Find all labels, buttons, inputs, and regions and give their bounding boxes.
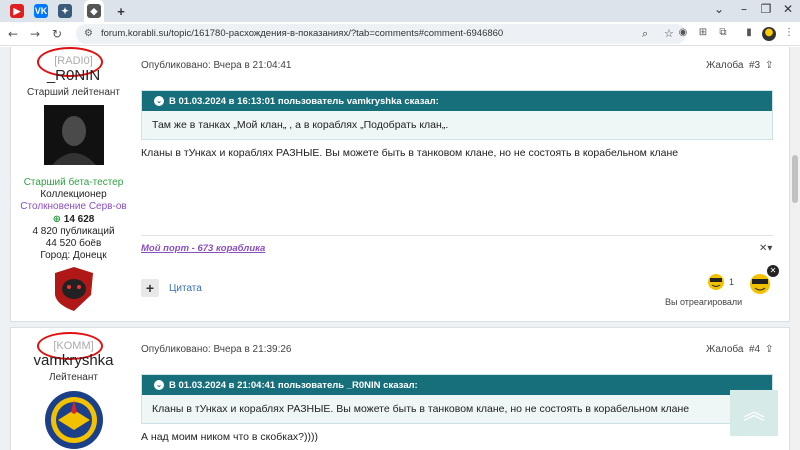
post-number[interactable]: #3 bbox=[749, 60, 760, 71]
signature-divider bbox=[141, 235, 773, 236]
quote-button[interactable]: Цитата bbox=[169, 283, 202, 294]
quote-header[interactable]: ⌄ В 01.03.2024 в 16:13:01 пользователь va… bbox=[142, 91, 772, 111]
restore-icon[interactable]: ❐ bbox=[757, 2, 775, 16]
reputation: ⊕ 14 628 bbox=[11, 214, 136, 225]
chevron-down-icon: ⌄ bbox=[154, 380, 164, 390]
forum-post: [RADI0] _R0NIN Старший лейтенант Старший… bbox=[10, 47, 790, 322]
quote-header[interactable]: ⌄ В 01.03.2024 в 21:04:41 пользователь _R… bbox=[142, 375, 772, 395]
post-text: А над моим ником что в скобках?)))) bbox=[141, 431, 318, 443]
clan-tag: [KOMM] bbox=[53, 340, 94, 352]
address-bar[interactable]: ⚙ forum.korabli.su/topic/161780-расхожде… bbox=[76, 23, 686, 44]
scroll-to-top-button[interactable]: ︽ bbox=[730, 390, 778, 436]
report-link[interactable]: Жалоба bbox=[706, 344, 743, 355]
forum-post: [KOMM] vamkryshka Лейтенант Опубликовано… bbox=[10, 327, 790, 450]
extension-icon[interactable]: ◉ bbox=[676, 27, 690, 41]
author-rank: Старший лейтенант bbox=[27, 87, 120, 98]
plus-circle-icon: ⊕ bbox=[52, 214, 61, 225]
minimize-icon[interactable]: – bbox=[735, 2, 753, 16]
quote-author-text: В 01.03.2024 в 16:13:01 пользователь vam… bbox=[169, 95, 439, 107]
site-tab-icon[interactable]: ✦ bbox=[58, 4, 72, 18]
sidepanel-icon[interactable]: ▮ bbox=[742, 27, 756, 41]
quote-block: ⌄ В 01.03.2024 в 16:13:01 пользователь va… bbox=[141, 90, 773, 140]
author-avatar[interactable] bbox=[44, 105, 104, 165]
quote-text: Там же в танках „Мой клан„ , а в корабля… bbox=[152, 119, 449, 131]
post-text: Кланы в тУнках и кораблях РАЗНЫЕ. Вы мож… bbox=[141, 147, 679, 159]
close-window-icon[interactable]: ✕ bbox=[779, 2, 797, 16]
extension-icon-2[interactable]: ⊞ bbox=[696, 27, 710, 41]
forward-icon[interactable]: → bbox=[26, 27, 44, 41]
quote-author-text: В 01.03.2024 в 21:04:41 пользователь _R0… bbox=[169, 379, 418, 391]
new-tab-icon[interactable]: + bbox=[114, 4, 128, 19]
url-text: forum.korabli.su/topic/161780-расхождени… bbox=[100, 28, 504, 39]
quote-text: Кланы в тУнках и кораблях РАЗНЫЕ. Вы мож… bbox=[152, 403, 690, 415]
author-name[interactable]: vamkryshka bbox=[11, 352, 136, 369]
bookmark-star-icon[interactable]: ☆ bbox=[664, 27, 674, 40]
menu-icon[interactable]: ⋮ bbox=[782, 27, 796, 41]
signature-link[interactable]: Мой порт - 673 кораблика bbox=[141, 243, 265, 254]
report-link[interactable]: Жалоба bbox=[706, 60, 743, 71]
share-icon[interactable]: ⇪ bbox=[765, 344, 773, 355]
signature-toggle-icon[interactable]: ✕▾ bbox=[759, 243, 772, 254]
profile-avatar[interactable]: ● bbox=[762, 27, 776, 41]
shield-tab-icon: ◆ bbox=[87, 4, 101, 18]
multiquote-button[interactable]: + bbox=[141, 279, 159, 297]
chevron-down-icon: ⌄ bbox=[154, 96, 164, 106]
post-date: Опубликовано: Вчера в 21:39:26 bbox=[141, 344, 292, 355]
author-rank: Лейтенант bbox=[49, 372, 98, 383]
my-reaction-icon[interactable] bbox=[749, 273, 771, 295]
post-number[interactable]: #4 bbox=[749, 344, 760, 355]
tab-search-icon[interactable]: ⌄ bbox=[710, 2, 728, 16]
group-clash: Столкновение Серв-ов bbox=[20, 201, 127, 212]
vk-tab-icon[interactable]: VK bbox=[34, 4, 48, 18]
page-scrollbar[interactable] bbox=[790, 47, 800, 450]
reload-icon[interactable]: ↻ bbox=[48, 27, 66, 41]
share-icon[interactable]: ⇪ bbox=[765, 60, 773, 71]
youtube-tab-icon[interactable]: ▶ bbox=[10, 4, 24, 18]
author-name[interactable]: _R0NIN bbox=[11, 67, 136, 84]
city: Город: Донецк bbox=[40, 250, 107, 261]
site-info-icon[interactable]: ⚙ bbox=[84, 28, 93, 39]
reaction-emoji-icon[interactable] bbox=[707, 273, 725, 291]
battles-count: 44 520 боёв bbox=[45, 238, 102, 249]
group-collector: Коллекционер bbox=[40, 189, 107, 200]
browser-tab-strip: ▶ VK ✦ ◆ + bbox=[0, 0, 800, 22]
back-icon[interactable]: ← bbox=[4, 27, 22, 41]
clan-tag: [RADI0] bbox=[54, 55, 93, 67]
forum-page: [RADI0] _R0NIN Старший лейтенант Старший… bbox=[0, 47, 790, 450]
quote-block: ⌄ В 01.03.2024 в 21:04:41 пользователь _R… bbox=[141, 374, 773, 424]
zoom-icon[interactable]: ⌕ bbox=[642, 27, 648, 41]
group-beta-tester: Старший бета-тестер bbox=[23, 177, 124, 188]
reacted-label: Вы отреагировали bbox=[665, 297, 743, 307]
clan-emblem[interactable] bbox=[51, 265, 97, 311]
remove-reaction-icon[interactable]: ✕ bbox=[767, 265, 779, 277]
author-avatar[interactable] bbox=[44, 390, 104, 450]
post-date: Опубликовано: Вчера в 21:04:41 bbox=[141, 60, 292, 71]
active-tab[interactable]: ◆ bbox=[84, 0, 104, 22]
reaction-count: 1 bbox=[729, 277, 735, 287]
puzzle-icon[interactable]: ⧉ bbox=[716, 27, 730, 41]
scrollbar-thumb[interactable] bbox=[792, 155, 798, 203]
posts-count: 4 820 публикаций bbox=[32, 226, 115, 237]
reputation-value: 14 628 bbox=[63, 214, 95, 225]
